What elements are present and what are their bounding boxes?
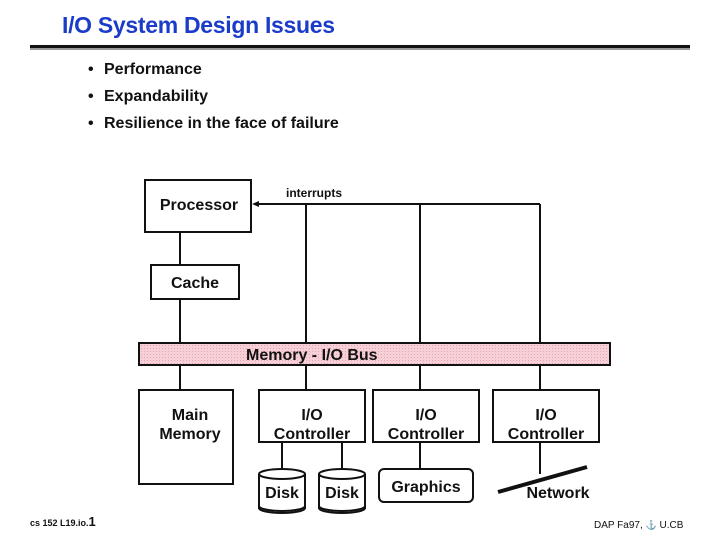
network-label: Network bbox=[526, 485, 589, 502]
footer-course: cs 152 L19.io.1 bbox=[30, 514, 96, 529]
main-memory-label-line1: Main bbox=[172, 407, 208, 424]
io-controller-label-line2: Controller bbox=[388, 426, 464, 443]
arrow-head-icon bbox=[252, 201, 259, 207]
io-system-diagram: interrupts Processor Cache Memory - I/O … bbox=[138, 179, 611, 514]
io-controller-label-line1: I/O bbox=[415, 407, 436, 424]
bus-label: Memory - I/O Bus bbox=[246, 347, 378, 364]
interrupt-lines bbox=[254, 203, 541, 343]
io-controller-label-line1: I/O bbox=[301, 407, 322, 424]
io-controller-label-line1: I/O bbox=[535, 407, 556, 424]
cache-label: Cache bbox=[171, 275, 219, 292]
bus-down-links bbox=[179, 365, 541, 390]
graphics-label: Graphics bbox=[391, 479, 460, 496]
processor-label: Processor bbox=[160, 197, 238, 214]
disk-label: Disk bbox=[325, 485, 359, 502]
bear-icon: ⚓ bbox=[645, 520, 657, 530]
disk-label: Disk bbox=[265, 485, 299, 502]
interrupts-label: interrupts bbox=[286, 186, 342, 200]
main-memory-label-line2: Memory bbox=[159, 426, 220, 443]
footer-credit: DAP Fa97, ⚓ U.CB bbox=[594, 520, 684, 531]
page-number: 1 bbox=[88, 514, 96, 529]
io-controller-label-line2: Controller bbox=[274, 426, 350, 443]
io-controller-label-line2: Controller bbox=[508, 426, 584, 443]
